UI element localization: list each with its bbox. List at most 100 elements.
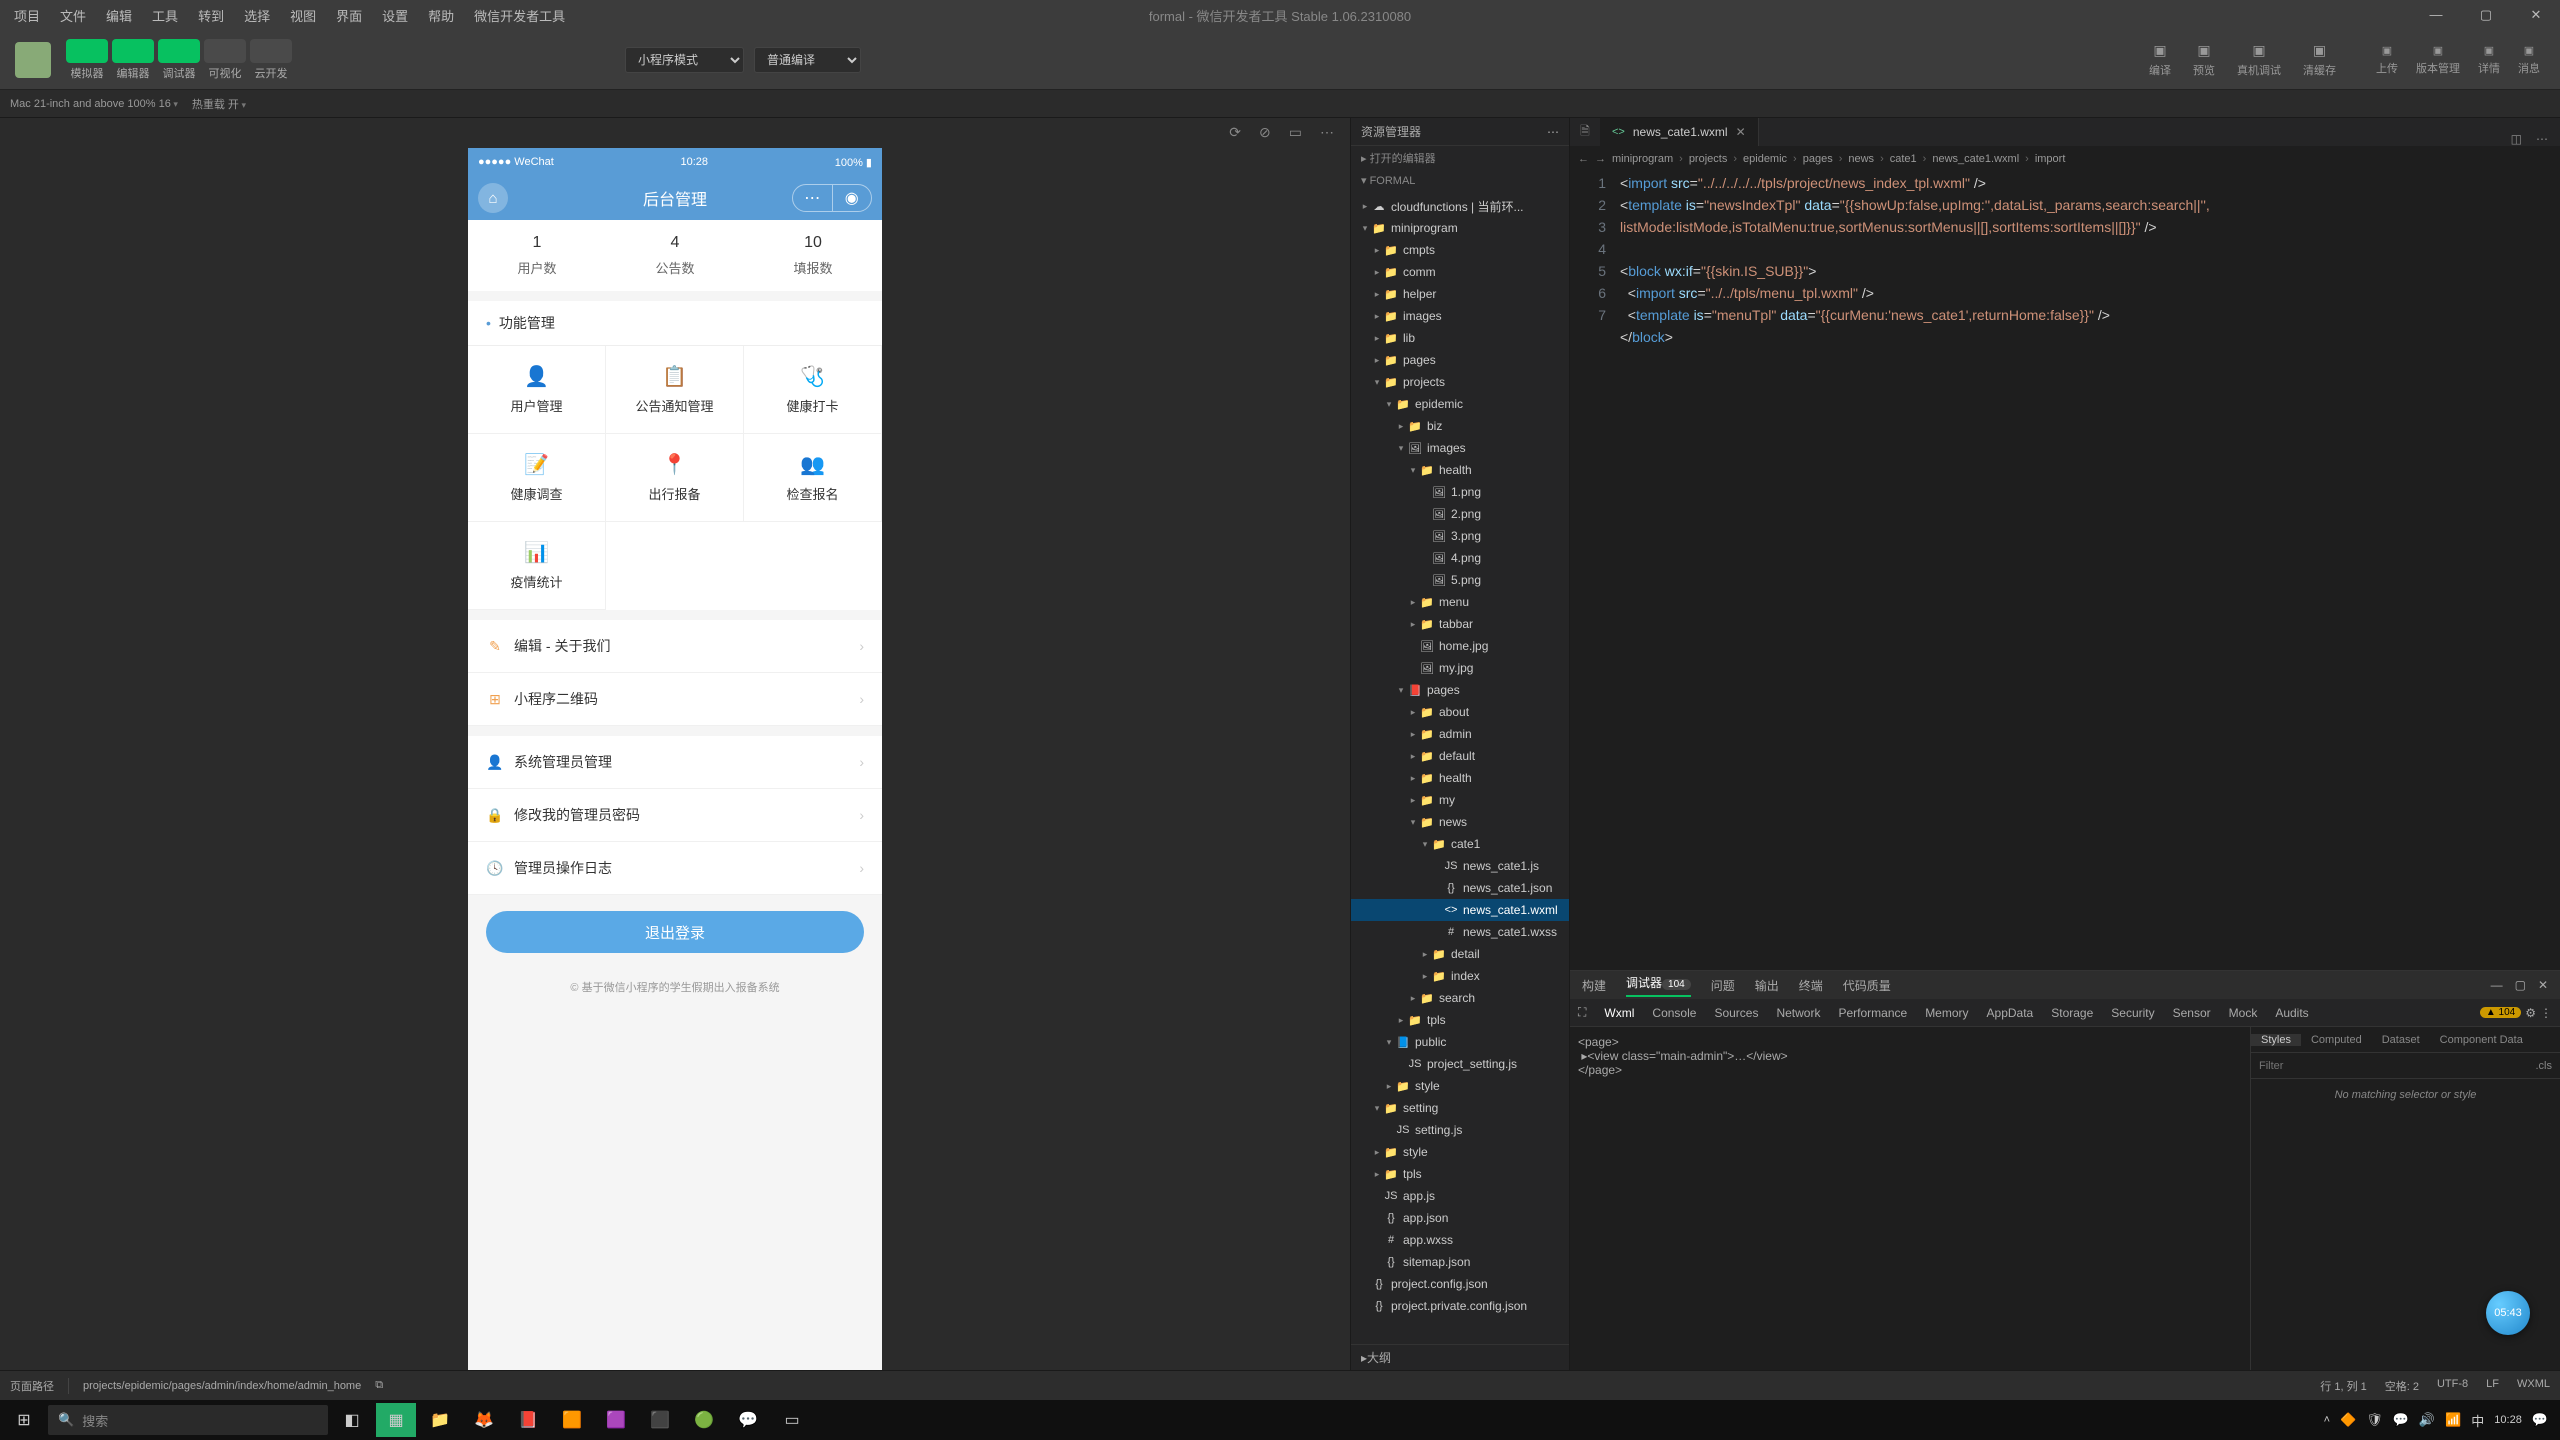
devtools-inner-tab[interactable]: Wxml — [1604, 1006, 1634, 1020]
explorer-more-icon[interactable]: ⋯ — [1547, 125, 1559, 139]
tree-node[interactable]: ▾📕pages — [1351, 679, 1569, 701]
feature-item[interactable]: 📋公告通知管理 — [606, 346, 744, 434]
devtools-minimize-icon[interactable]: — — [2491, 978, 2503, 992]
taskbar-clock[interactable]: 10:28 — [2494, 1414, 2522, 1426]
feature-item[interactable]: 📝健康调查 — [468, 434, 606, 522]
notifications-icon[interactable]: 💬 — [2532, 1412, 2548, 1428]
devtools-inner-tab[interactable]: Performance — [1838, 1006, 1907, 1020]
tray-icon[interactable]: 🔊 — [2419, 1412, 2435, 1428]
compile-select[interactable]: 普通编译 — [754, 47, 861, 73]
tree-node[interactable]: ▸📁tpls — [1351, 1009, 1569, 1031]
tree-node[interactable]: #app.wxss — [1351, 1229, 1569, 1251]
stop-icon[interactable]: ⊘ — [1259, 124, 1271, 141]
breadcrumb-item[interactable]: import — [2035, 153, 2066, 165]
devtools-inner-tab[interactable]: Sources — [1714, 1006, 1758, 1020]
breadcrumb-item[interactable]: news_cate1.wxml — [1932, 153, 2019, 165]
status-item[interactable]: LF — [2486, 1378, 2499, 1394]
tree-node[interactable]: ▾📁projects — [1351, 371, 1569, 393]
tree-node[interactable]: JSproject_setting.js — [1351, 1053, 1569, 1075]
tree-node[interactable]: ▸📁index — [1351, 965, 1569, 987]
outline-group[interactable]: ▸ 大纲 — [1351, 1344, 1569, 1370]
device-select[interactable]: Mac 21-inch and above 100% 16 — [10, 98, 178, 110]
elements-panel[interactable]: <page> ▸<view class="main-admin">…</view… — [1570, 1027, 2250, 1370]
taskbar-search[interactable]: 🔍 搜索 — [48, 1405, 328, 1435]
split-icon[interactable]: ◫ — [2511, 132, 2522, 146]
menu-item[interactable]: 微信开发者工具 — [464, 9, 575, 24]
tree-node[interactable]: {}news_cate1.json — [1351, 877, 1569, 899]
tree-node[interactable]: 🖼3.png — [1351, 525, 1569, 547]
styles-tab[interactable]: Computed — [2301, 1034, 2372, 1046]
inspect-icon[interactable]: ⛶ — [1578, 1005, 1586, 1020]
code-editor[interactable]: 1234567 <import src="../../../../../tpls… — [1570, 172, 2560, 970]
devtools-restore-icon[interactable]: ▢ — [2515, 978, 2526, 992]
toolbar-action[interactable]: ▣上传 — [2376, 44, 2398, 76]
tree-node[interactable]: JSsetting.js — [1351, 1119, 1569, 1141]
tree-node[interactable]: ▸📁lib — [1351, 327, 1569, 349]
tree-node[interactable]: JSapp.js — [1351, 1185, 1569, 1207]
tree-node[interactable]: ▾📁miniprogram — [1351, 217, 1569, 239]
styles-tab[interactable]: Component Data — [2430, 1034, 2533, 1046]
devtools-inner-tab[interactable]: Memory — [1925, 1006, 1968, 1020]
panel-toggle[interactable]: 编辑器 — [112, 39, 154, 81]
home-icon[interactable]: ⌂ — [478, 183, 508, 213]
tray-chevron-icon[interactable]: ˄ — [2324, 1414, 2330, 1426]
toolbar-action[interactable]: ▣版本管理 — [2416, 44, 2460, 76]
start-button[interactable]: ⊞ — [4, 1403, 44, 1437]
status-item[interactable]: 行 1, 列 1 — [2320, 1378, 2366, 1394]
tray-icon[interactable]: 🛡 — [2366, 1412, 2383, 1428]
devtools-inner-tab[interactable]: AppData — [1987, 1006, 2034, 1020]
tree-node[interactable]: #news_cate1.wxss — [1351, 921, 1569, 943]
open-editors-group[interactable]: ▸ 打开的编辑器 — [1351, 146, 1569, 170]
menu-item[interactable]: 界面 — [326, 9, 372, 24]
panel-toggle[interactable]: 可视化 — [204, 39, 246, 81]
menu-item[interactable]: 工具 — [142, 9, 188, 24]
logout-button[interactable]: 退出登录 — [486, 911, 864, 953]
capsule-close-icon[interactable]: ◉ — [833, 185, 872, 211]
taskbar-app[interactable]: 🟢 — [684, 1403, 724, 1437]
toolbar-action[interactable]: ▣消息 — [2518, 44, 2540, 76]
taskbar-app[interactable]: 🟪 — [596, 1403, 636, 1437]
back-icon[interactable]: 🗎 — [1570, 118, 1600, 146]
tree-node[interactable]: ▸☁cloudfunctions | 当前环... — [1351, 195, 1569, 217]
tree-node[interactable]: 🖼home.jpg — [1351, 635, 1569, 657]
tree-node[interactable]: ▸📁about — [1351, 701, 1569, 723]
tree-node[interactable]: {}project.private.config.json — [1351, 1295, 1569, 1317]
devtools-inner-tab[interactable]: Network — [1776, 1006, 1820, 1020]
tree-node[interactable]: ▾🖼images — [1351, 437, 1569, 459]
menu-item[interactable]: 项目 — [4, 9, 50, 24]
menu-item[interactable]: 设置 — [372, 9, 418, 24]
status-item[interactable]: UTF-8 — [2437, 1378, 2468, 1394]
editor-tab[interactable]: <> news_cate1.wxml ✕ — [1600, 118, 1759, 146]
tree-node[interactable]: ▸📁images — [1351, 305, 1569, 327]
more-icon[interactable]: ⋯ — [1320, 124, 1334, 141]
project-root-group[interactable]: ▾ FORMAL — [1351, 170, 1569, 191]
devtools-tab[interactable]: 构建 — [1582, 977, 1606, 994]
styles-tab[interactable]: Styles — [2251, 1034, 2301, 1046]
taskbar-app[interactable]: 📁 — [420, 1403, 460, 1437]
tree-node[interactable]: ▸📁biz — [1351, 415, 1569, 437]
toolbar-action[interactable]: ▣预览 — [2193, 41, 2215, 78]
tree-node[interactable]: ▸📁pages — [1351, 349, 1569, 371]
tree-node[interactable]: ▾📁setting — [1351, 1097, 1569, 1119]
tree-node[interactable]: 🖼5.png — [1351, 569, 1569, 591]
tree-node[interactable]: 🖼4.png — [1351, 547, 1569, 569]
more-icon[interactable]: ⋯ — [2536, 132, 2548, 146]
toolbar-action[interactable]: ▣真机调试 — [2237, 41, 2281, 78]
list-item[interactable]: ⊞小程序二维码› — [468, 673, 882, 726]
tree-node[interactable]: ▸📁default — [1351, 745, 1569, 767]
tree-node[interactable]: JSnews_cate1.js — [1351, 855, 1569, 877]
user-avatar[interactable] — [15, 42, 51, 78]
toolbar-action[interactable]: ▣详情 — [2478, 44, 2500, 76]
menu-item[interactable]: 编辑 — [96, 9, 142, 24]
breadcrumb-item[interactable]: projects — [1689, 153, 1728, 165]
refresh-icon[interactable]: ⟳ — [1229, 124, 1241, 141]
list-item[interactable]: 👤系统管理员管理› — [468, 736, 882, 789]
hot-reload-toggle[interactable]: 热重载 开 — [192, 96, 246, 112]
popout-icon[interactable]: ▭ — [1289, 124, 1302, 141]
timer-bubble[interactable]: 05:43 — [2486, 1291, 2530, 1335]
toolbar-action[interactable]: ▣编译 — [2149, 41, 2171, 78]
devtools-inner-tab[interactable]: Security — [2111, 1006, 2154, 1020]
taskbar-app[interactable]: 💬 — [728, 1403, 768, 1437]
status-item[interactable]: WXML — [2517, 1378, 2550, 1394]
menu-item[interactable]: 转到 — [188, 9, 234, 24]
